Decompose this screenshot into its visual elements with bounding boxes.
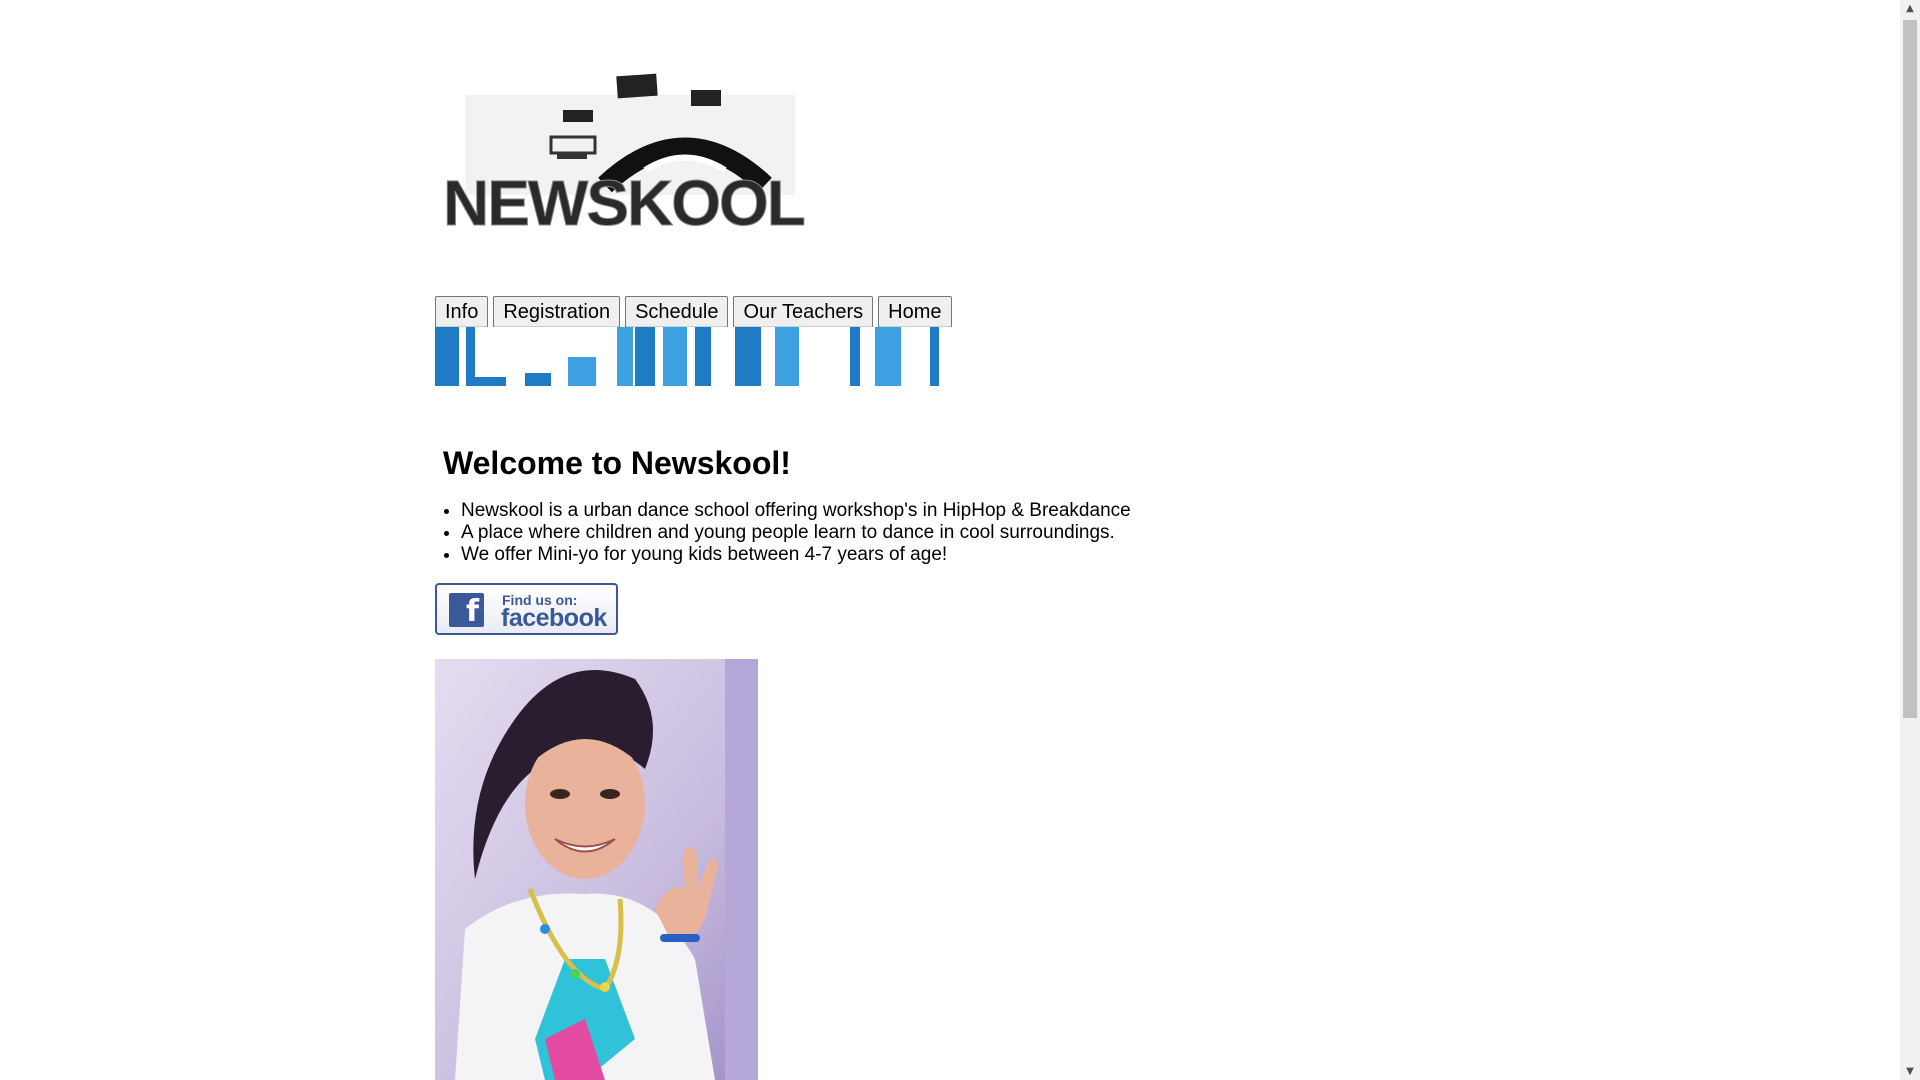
logo-text: NEWSKOOL bbox=[443, 167, 805, 235]
facebook-badge-link[interactable]: f Find us on: facebook bbox=[435, 583, 618, 635]
nav-info-button[interactable]: Info bbox=[435, 296, 489, 328]
nav-home-button[interactable]: Home bbox=[878, 296, 952, 328]
list-item: A place where children and young people … bbox=[461, 522, 1131, 544]
scroll-up-icon[interactable]: ▲ bbox=[1900, 0, 1920, 17]
vertical-scrollbar[interactable]: ▲ ▼ bbox=[1900, 0, 1920, 1080]
facebook-wordmark: facebook bbox=[501, 604, 607, 632]
nav-schedule-button[interactable]: Schedule bbox=[625, 296, 729, 328]
newskool-logo: NEWSKOOL bbox=[435, 65, 915, 235]
scroll-down-icon[interactable]: ▼ bbox=[1900, 1063, 1920, 1080]
nav-our-teachers-button[interactable]: Our Teachers bbox=[733, 296, 874, 328]
nav-registration-button[interactable]: Registration bbox=[493, 296, 621, 328]
dancer-photo bbox=[435, 659, 758, 1080]
scroll-thumb[interactable] bbox=[1903, 20, 1917, 718]
welcome-heading: Welcome to Newskool! bbox=[443, 445, 791, 481]
list-item: Newskool is a urban dance school offerin… bbox=[461, 500, 1131, 522]
blue-banner bbox=[435, 327, 955, 386]
facebook-icon: f bbox=[449, 593, 484, 629]
intro-list: Newskool is a urban dance school offerin… bbox=[435, 500, 1131, 566]
page: NEWSKOOL Info Registration Schedule Our … bbox=[0, 0, 1920, 1080]
main-nav: Info Registration Schedule Our Teachers … bbox=[435, 296, 952, 328]
list-item: We offer Mini-yo for young kids between … bbox=[461, 544, 1131, 566]
